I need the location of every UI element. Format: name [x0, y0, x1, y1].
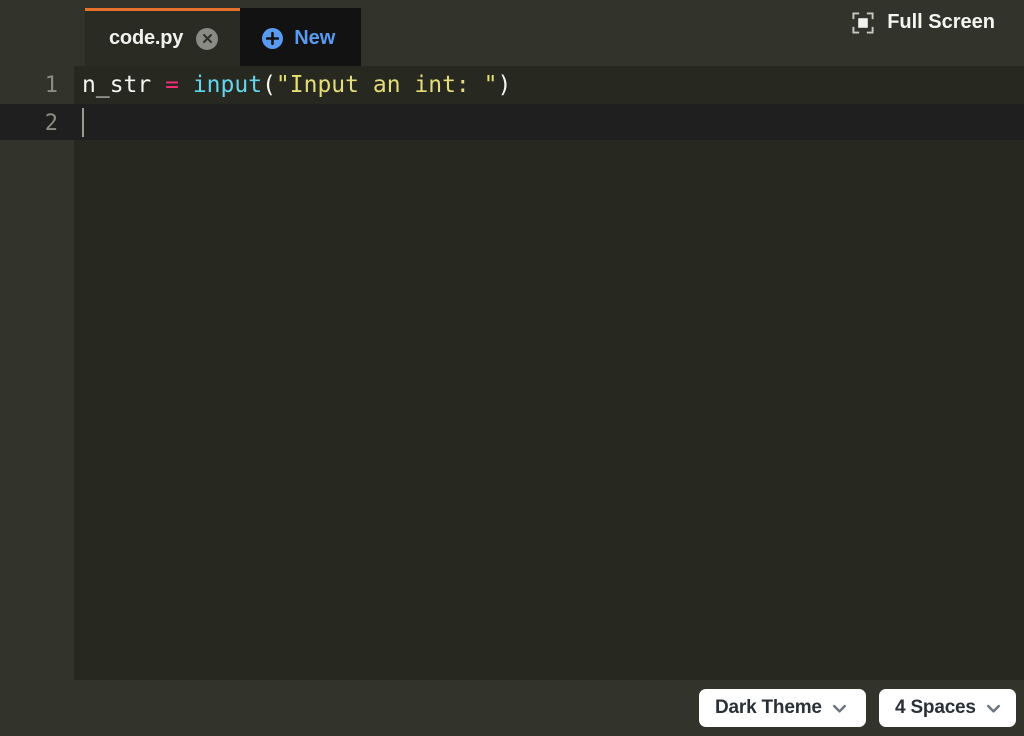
- tab-code-py-label: code.py: [109, 27, 184, 49]
- code-token-string: "Input an int: ": [275, 72, 498, 98]
- line-code: [82, 107, 84, 138]
- bottom-toolbar: Dark Theme 4 Spaces: [0, 680, 1024, 736]
- line-code: n_str = input("Input an int: "): [82, 72, 511, 98]
- active-line-highlight: [0, 104, 1024, 140]
- code-token-close-paren: ): [497, 72, 512, 98]
- theme-select[interactable]: Dark Theme: [699, 689, 866, 727]
- tab-list: code.py New: [85, 8, 362, 66]
- tab-code-py[interactable]: code.py: [85, 8, 241, 66]
- indent-select[interactable]: 4 Spaces: [879, 689, 1016, 727]
- fullscreen-icon: [852, 11, 874, 34]
- close-icon[interactable]: [196, 27, 219, 50]
- code-token-open-paren: (: [262, 72, 276, 98]
- editor-line-2[interactable]: 2: [0, 104, 1024, 142]
- editor-line-1[interactable]: 1 n_str = input("Input an int: "): [0, 66, 1024, 104]
- line-number: 2: [44, 110, 58, 136]
- tab-new[interactable]: New: [240, 8, 362, 66]
- code-token-function: input: [192, 72, 263, 98]
- theme-select-value: Dark Theme: [715, 697, 822, 718]
- code-token-identifier: n_str: [82, 72, 166, 98]
- chevron-down-icon: [831, 700, 848, 717]
- code-editor[interactable]: 1 n_str = input("Input an int: ") 2: [0, 66, 1024, 680]
- chevron-down-icon: [985, 700, 1002, 717]
- line-number: 1: [44, 72, 58, 98]
- text-cursor: [82, 107, 84, 137]
- fullscreen-label: Full Screen: [887, 11, 995, 33]
- indent-select-value: 4 Spaces: [895, 697, 976, 718]
- fullscreen-button[interactable]: Full Screen: [852, 11, 995, 34]
- code-token-operator: =: [165, 72, 179, 98]
- plus-circle-icon: [262, 28, 284, 49]
- tab-new-label: New: [294, 27, 336, 49]
- code-surface[interactable]: [74, 66, 1024, 680]
- line-number-gutter: [0, 66, 74, 680]
- tab-bar: code.py New Full Screen: [0, 0, 1024, 66]
